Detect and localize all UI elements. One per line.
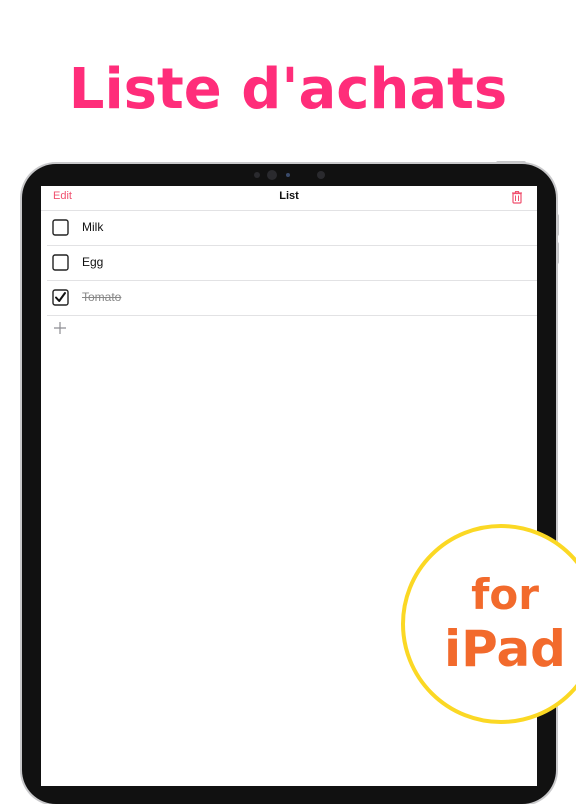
list-item[interactable]: Tomato xyxy=(47,281,537,316)
trash-icon[interactable] xyxy=(511,190,523,204)
plus-icon[interactable] xyxy=(53,321,67,335)
navigation-bar: Edit List xyxy=(41,186,537,211)
list-item-label: Milk xyxy=(82,220,104,234)
list-item[interactable]: Egg xyxy=(47,246,537,281)
promo-headline: Liste d'achats xyxy=(68,57,508,122)
ipad-front-camera xyxy=(267,170,277,180)
ipad-sensor xyxy=(317,171,325,179)
page-title: List xyxy=(279,190,299,202)
list-item-label: Egg xyxy=(82,255,104,269)
badge-text-for: for xyxy=(471,570,539,619)
ipad-sensor xyxy=(254,172,260,178)
list-item[interactable]: Milk xyxy=(47,211,537,246)
checkbox-unchecked[interactable] xyxy=(52,254,69,271)
list-item-label: Tomato xyxy=(82,290,122,304)
badge-text-ipad: iPad xyxy=(444,620,566,678)
checkbox-checked[interactable] xyxy=(52,289,69,306)
ipad-volume-down-button xyxy=(556,242,559,264)
ipad-light-sensor xyxy=(286,173,290,177)
checkbox-unchecked[interactable] xyxy=(52,219,69,236)
ipad-volume-up-button xyxy=(556,214,559,236)
